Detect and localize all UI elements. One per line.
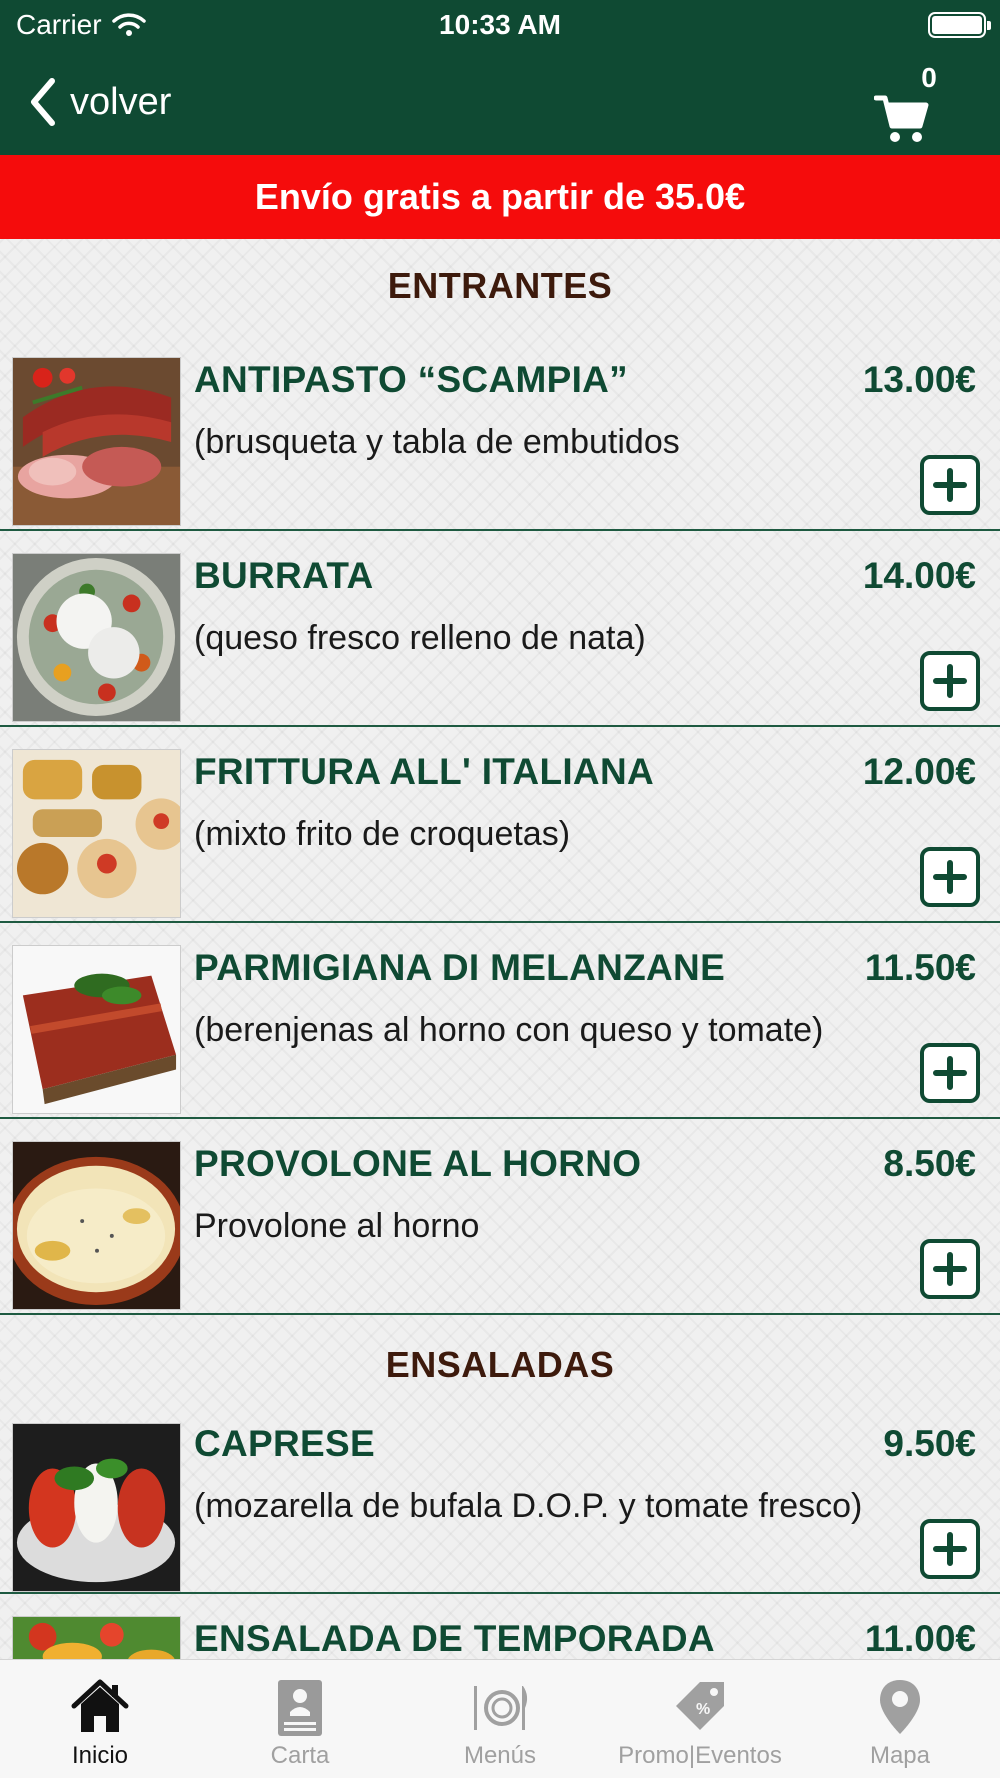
chevron-left-icon (31, 78, 55, 126)
item-photo-provolone (12, 1141, 181, 1310)
item-name: BURRATA (194, 555, 374, 596)
menu-item[interactable]: PROVOLONE AL HORNO 8.50€ Provolone al ho… (0, 1119, 1000, 1315)
menu-item[interactable]: CAPRESE 9.50€ (mozarella de bufala D.O.P… (0, 1411, 1000, 1594)
map-pin-icon (880, 1680, 920, 1734)
item-name: PARMIGIANA DI MELANZANE (194, 947, 726, 988)
menu-item[interactable]: PARMIGIANA DI MELANZANE 11.50€ (berenjen… (0, 923, 1000, 1119)
plus-icon (933, 1056, 967, 1090)
status-time: 10:33 AM (439, 9, 561, 40)
add-to-cart-button[interactable] (920, 651, 980, 711)
tab-label: Promo|Eventos (618, 1742, 782, 1769)
item-name: ANTIPASTO “SCAMPIA” (194, 359, 628, 400)
shopping-cart-icon (874, 95, 929, 142)
add-to-cart-button[interactable] (920, 1519, 980, 1579)
item-description: (queso fresco relleno de nata) (194, 619, 646, 657)
tab-inicio[interactable]: Inicio (0, 1660, 200, 1778)
plate-cutlery-icon (474, 1686, 528, 1730)
section-title-ensaladas: ENSALADAS (385, 1344, 615, 1385)
tab-label: Mapa (869, 1742, 931, 1769)
add-to-cart-button[interactable] (920, 455, 980, 515)
menu-card-icon (278, 1680, 322, 1736)
app-header: Carrier 10:33 AM volver 0 (0, 0, 1000, 155)
battery-icon (928, 12, 991, 38)
tab-mapa[interactable]: Mapa (800, 1660, 1000, 1778)
tab-promo-eventos[interactable]: % Promo|Eventos (600, 1660, 800, 1778)
menu-item[interactable]: BURRATA 14.00€ (queso fresco relleno de … (0, 531, 1000, 727)
item-description: (mozarella de bufala D.O.P. y tomate fre… (194, 1487, 863, 1525)
item-description: Provolone al horno (194, 1207, 480, 1245)
add-to-cart-button[interactable] (920, 1043, 980, 1103)
item-name: FRITTURA ALL' ITALIANA (194, 751, 654, 792)
menu-item[interactable]: ANTIPASTO “SCAMPIA” 13.00€ (brusqueta y … (0, 335, 1000, 531)
item-price: 11.00€ (864, 1618, 976, 1659)
tab-carta[interactable]: Carta (200, 1660, 400, 1778)
item-name: ENSALADA DE TEMPORADA (194, 1618, 715, 1659)
banner-text: Envío gratis a partir de 35.0€ (254, 176, 746, 217)
item-description: (mixto frito de croquetas) (194, 815, 571, 853)
svg-text:%: % (696, 1701, 710, 1718)
cart-button[interactable]: 0 (874, 60, 954, 150)
menu-item[interactable]: ENSALADA DE TEMPORADA 11.00€ (0, 1594, 1000, 1659)
item-photo-ensalada-temporada (12, 1616, 181, 1659)
tab-label: Menús (463, 1742, 537, 1769)
back-button[interactable]: volver (28, 75, 171, 129)
item-price: 8.50€ (883, 1143, 976, 1184)
item-photo-frittura (12, 749, 181, 918)
menu-item[interactable]: FRITTURA ALL' ITALIANA 12.00€ (mixto fri… (0, 727, 1000, 923)
status-bar: Carrier 10:33 AM (0, 0, 1000, 50)
item-photo-caprese (12, 1423, 181, 1592)
item-photo-antipasto (12, 357, 181, 526)
item-name: CAPRESE (194, 1423, 375, 1464)
item-name: PROVOLONE AL HORNO (194, 1143, 642, 1184)
home-icon (71, 1679, 129, 1732)
tab-label: Carta (270, 1742, 330, 1769)
item-price: 11.50€ (864, 947, 976, 988)
add-to-cart-button[interactable] (920, 1239, 980, 1299)
plus-icon (933, 664, 967, 698)
item-price: 9.50€ (883, 1423, 976, 1464)
item-price: 12.00€ (862, 751, 976, 792)
back-label: volver (70, 80, 172, 123)
plus-icon (933, 1252, 967, 1286)
item-description: (brusqueta y tabla de embutidos (194, 423, 680, 461)
tab-label: Inicio (71, 1742, 129, 1769)
plus-icon (933, 1532, 967, 1566)
item-photo-burrata (12, 553, 181, 722)
free-shipping-banner: Envío gratis a partir de 35.0€ (0, 155, 1000, 239)
item-price: 14.00€ (862, 555, 976, 596)
item-photo-parmigiana (12, 945, 181, 1114)
item-price: 13.00€ (862, 359, 976, 400)
price-tag-icon: % (676, 1682, 724, 1730)
section-title-entrantes: ENTRANTES (387, 265, 613, 306)
tab-menus[interactable]: Menús (400, 1660, 600, 1778)
tab-bar: Inicio Carta Menús % Promo|Eventos Mapa (0, 1659, 1000, 1778)
plus-icon (933, 468, 967, 502)
plus-icon (933, 860, 967, 894)
menu-list[interactable]: ENTRANTES ANTIPASTO “SCAMPIA” 13.00€ (br… (0, 239, 1000, 1659)
item-description: (berenjenas al horno con queso y tomate) (194, 1011, 824, 1049)
add-to-cart-button[interactable] (920, 847, 980, 907)
